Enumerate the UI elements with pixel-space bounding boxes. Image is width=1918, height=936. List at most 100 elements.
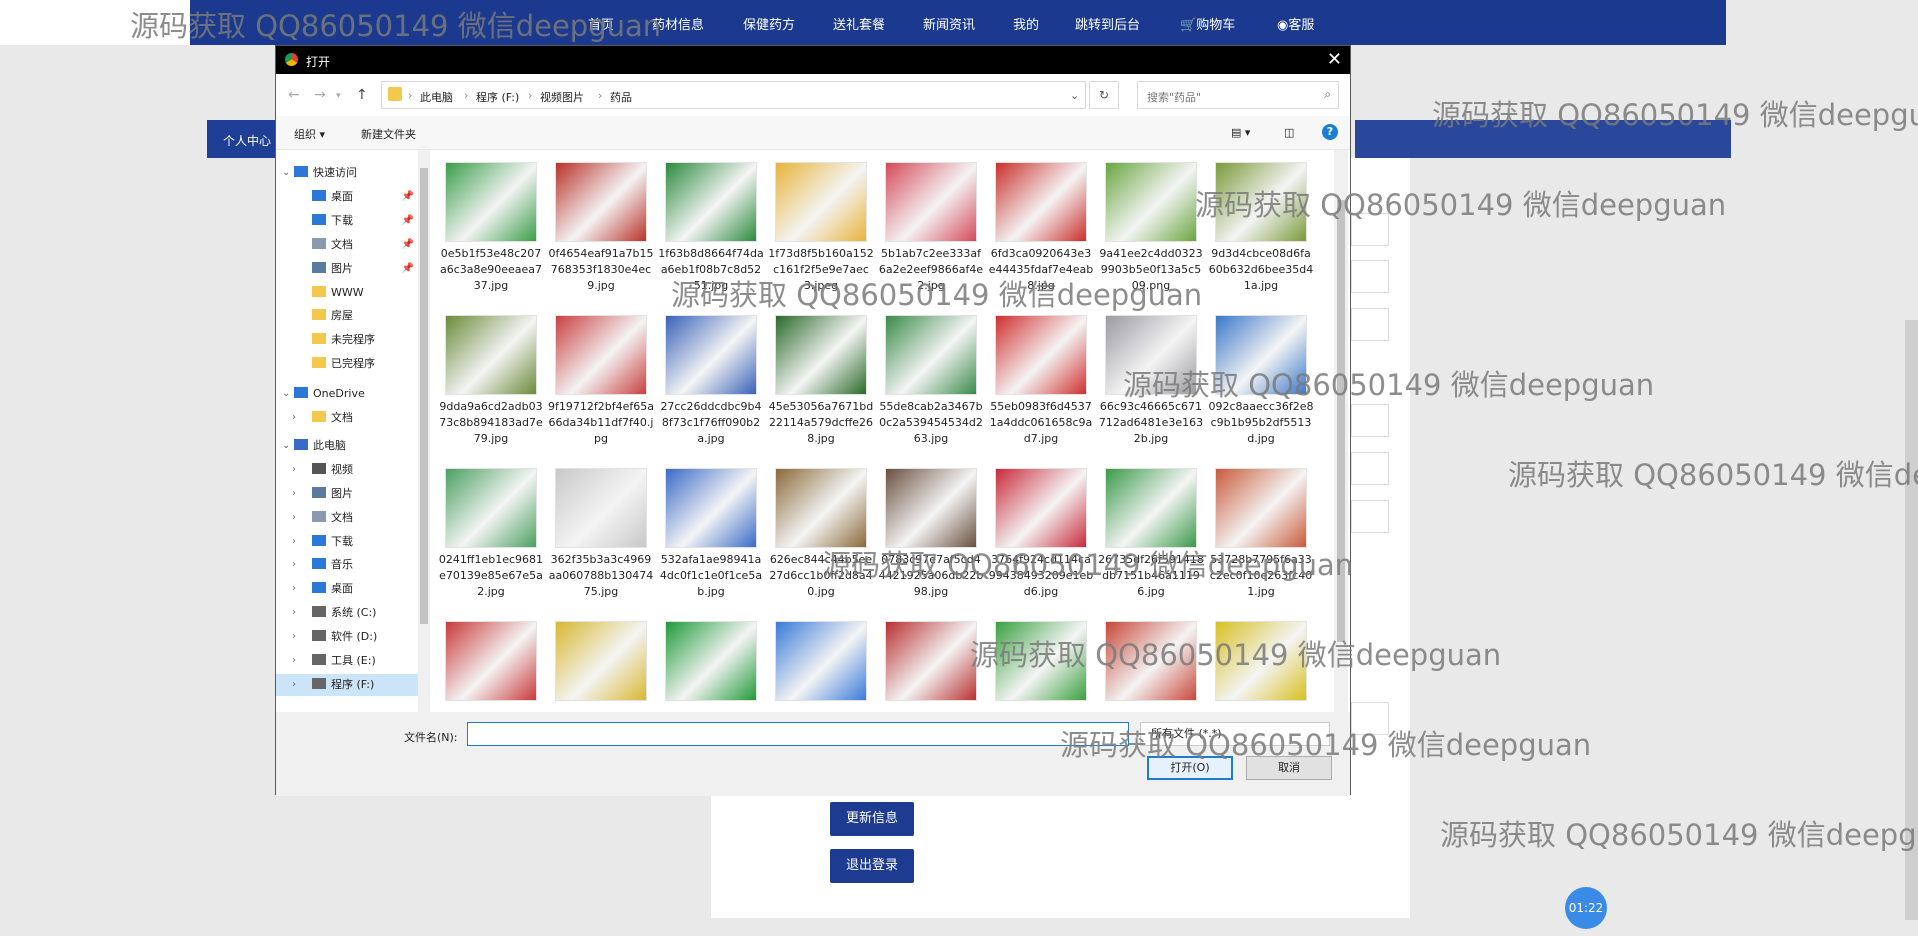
service-icon: ◉ bbox=[1277, 18, 1289, 33]
chevron-right-icon[interactable]: › bbox=[292, 602, 296, 624]
preview-pane-icon[interactable]: ◫ bbox=[1284, 126, 1294, 139]
sidebar-item[interactable]: › 下载 bbox=[276, 531, 418, 553]
file-thumbnail bbox=[995, 162, 1087, 242]
chevron-right-icon[interactable]: › bbox=[292, 407, 296, 429]
sidebar-item[interactable]: 文档 📌 bbox=[276, 234, 418, 256]
file-item[interactable]: 27cc26ddcdbc9b48f73c1f76ff090b2a.jpg bbox=[658, 315, 764, 447]
file-item[interactable] bbox=[658, 621, 764, 705]
picture-icon bbox=[312, 261, 326, 273]
organize-menu[interactable]: 组织 ▾ bbox=[294, 126, 325, 142]
breadcrumb[interactable]: › 此电脑 › 程序 (F:) › 视频图片 › 药品 ⌄ bbox=[381, 81, 1086, 109]
file-grid-scrollbar[interactable] bbox=[1334, 150, 1348, 712]
chevron-right-icon[interactable]: › bbox=[292, 507, 296, 529]
sidebar-item[interactable]: ⌄ OneDrive bbox=[276, 383, 418, 405]
history-chevron-icon[interactable]: ▾ bbox=[336, 91, 341, 101]
nav-service[interactable]: ◉客服 bbox=[1277, 14, 1314, 33]
chevron-right-icon[interactable]: › bbox=[292, 554, 296, 576]
search-input[interactable]: 搜索"药品" ⌕ bbox=[1137, 81, 1339, 109]
chevron-right-icon[interactable]: › bbox=[292, 459, 296, 481]
sidebar-item-label: 此电脑 bbox=[313, 438, 346, 452]
chevron-right-icon[interactable]: › bbox=[292, 674, 296, 696]
nav-pane-scrollbar[interactable] bbox=[418, 150, 430, 712]
up-icon[interactable]: ↑ bbox=[356, 87, 368, 103]
sidebar-item[interactable]: 下载 📌 bbox=[276, 210, 418, 232]
forward-icon[interactable]: → bbox=[314, 87, 326, 103]
file-thumbnail bbox=[445, 621, 537, 701]
sidebar-item[interactable]: › 音乐 bbox=[276, 554, 418, 576]
nav-news[interactable]: 新闻资讯 bbox=[923, 14, 975, 33]
sidebar-item[interactable]: ⌄ 此电脑 bbox=[276, 435, 418, 457]
nav-admin[interactable]: 跳转到后台 bbox=[1075, 14, 1140, 33]
file-item[interactable]: 532afa1ae98941a4dc0f1c1e0f1ce5ab.jpg bbox=[658, 468, 764, 600]
profile-field[interactable] bbox=[1351, 500, 1389, 533]
logout-button[interactable]: 退出登录 bbox=[830, 849, 914, 883]
back-icon[interactable]: ← bbox=[288, 87, 300, 103]
file-name: 362f35b3a3c4969aa060788b13047475.jpg bbox=[548, 553, 654, 598]
sidebar-item[interactable]: ⌄ 快速访问 bbox=[276, 162, 418, 184]
breadcrumb-item[interactable]: 此电脑 bbox=[420, 89, 453, 105]
file-item[interactable] bbox=[768, 621, 874, 705]
sidebar-item[interactable]: › 软件 (D:) bbox=[276, 626, 418, 648]
sidebar-item[interactable]: › 图片 bbox=[276, 483, 418, 505]
sidebar-item[interactable]: › 工具 (E:) bbox=[276, 650, 418, 672]
breadcrumb-item[interactable]: 视频图片 bbox=[540, 89, 584, 105]
file-item[interactable]: 9dda9a6cd2adb0373c8b894183ad7e79.jpg bbox=[438, 315, 544, 447]
chevron-right-icon[interactable]: › bbox=[292, 626, 296, 648]
sidebar-item[interactable]: › 系统 (C:) bbox=[276, 602, 418, 624]
chevron-right-icon[interactable]: › bbox=[292, 531, 296, 553]
sidebar-item[interactable]: 图片 📌 bbox=[276, 258, 418, 280]
view-options-icon[interactable]: ▤ ▾ bbox=[1231, 126, 1250, 139]
help-icon[interactable]: ? bbox=[1322, 124, 1338, 140]
refresh-icon[interactable]: ↻ bbox=[1089, 81, 1119, 109]
address-bar: ← → ▾ ↑ › 此电脑 › 程序 (F:) › 视频图片 › 药品 ⌄ ↻ … bbox=[276, 74, 1350, 116]
profile-field[interactable] bbox=[1351, 452, 1389, 485]
chevron-down-icon[interactable]: ⌄ bbox=[282, 383, 290, 405]
file-item[interactable]: 0e5b1f53e48c207a6c3a8e90eeaea737.jpg bbox=[438, 162, 544, 294]
breadcrumb-item[interactable]: 药品 bbox=[610, 89, 632, 105]
file-item[interactable]: 55eb0983f6d45371a4ddc061658c9ad7.jpg bbox=[988, 315, 1094, 447]
scroll-thumb[interactable] bbox=[420, 168, 428, 624]
nav-cart[interactable]: 🛒购物车 bbox=[1180, 14, 1235, 33]
sidebar-item[interactable]: › 文档 bbox=[276, 407, 418, 429]
chevron-down-icon[interactable]: ⌄ bbox=[1070, 89, 1079, 102]
sidebar-item[interactable]: 已完程序 bbox=[276, 353, 418, 375]
new-folder-button[interactable]: 新建文件夹 bbox=[361, 126, 416, 142]
nav-gifts[interactable]: 送礼套餐 bbox=[833, 14, 885, 33]
sidebar-item-label: 图片 bbox=[331, 486, 353, 500]
file-item[interactable]: 9f19712f2bf4ef65a66da34b11df7f40.jpg bbox=[548, 315, 654, 447]
update-info-button[interactable]: 更新信息 bbox=[830, 802, 914, 836]
close-icon[interactable]: ✕ bbox=[1327, 49, 1342, 70]
sidebar-item[interactable]: 未完程序 bbox=[276, 329, 418, 351]
folder-icon bbox=[388, 87, 402, 101]
profile-field[interactable] bbox=[1351, 260, 1389, 293]
file-thumbnail bbox=[555, 162, 647, 242]
computer-icon bbox=[294, 438, 308, 450]
chevron-right-icon[interactable]: › bbox=[292, 650, 296, 672]
nav-mine[interactable]: 我的 bbox=[1013, 14, 1039, 33]
chevron-down-icon[interactable]: ⌄ bbox=[282, 162, 290, 184]
sidebar-item[interactable]: 房屋 bbox=[276, 305, 418, 327]
nav-recipes[interactable]: 保健药方 bbox=[743, 14, 795, 33]
sidebar-item-label: 桌面 bbox=[331, 189, 353, 203]
sidebar-item[interactable]: › 桌面 bbox=[276, 578, 418, 600]
file-item[interactable] bbox=[438, 621, 544, 705]
file-item[interactable] bbox=[548, 621, 654, 705]
file-item[interactable] bbox=[878, 621, 984, 705]
chevron-right-icon[interactable]: › bbox=[292, 483, 296, 505]
file-item[interactable]: 0f4654eaf91a7b15768353f1830e4ec9.jpg bbox=[548, 162, 654, 294]
file-item[interactable]: 362f35b3a3c4969aa060788b13047475.jpg bbox=[548, 468, 654, 600]
profile-field[interactable] bbox=[1351, 308, 1389, 341]
chevron-down-icon[interactable]: ⌄ bbox=[282, 435, 290, 457]
breadcrumb-item[interactable]: 程序 (F:) bbox=[476, 89, 519, 105]
sidebar-item[interactable]: WWW bbox=[276, 282, 418, 304]
sidebar-item[interactable]: 桌面 📌 bbox=[276, 186, 418, 208]
profile-field[interactable] bbox=[1351, 404, 1389, 437]
sidebar-item[interactable]: › 文档 bbox=[276, 507, 418, 529]
file-item[interactable]: 0241ff1eb1ec9681e70139e85e67e5a2.jpg bbox=[438, 468, 544, 600]
file-item[interactable]: 45e53056a7671bd22114a579dcffe268.jpg bbox=[768, 315, 874, 447]
sidebar-item[interactable]: › 视频 bbox=[276, 459, 418, 481]
sidebar-item[interactable]: › 程序 (F:) bbox=[276, 673, 418, 696]
file-item[interactable]: 55de8cab2a3467b0c2a539454534d263.jpg bbox=[878, 315, 984, 447]
filename-input[interactable] bbox=[467, 722, 1129, 746]
chevron-right-icon[interactable]: › bbox=[292, 578, 296, 600]
